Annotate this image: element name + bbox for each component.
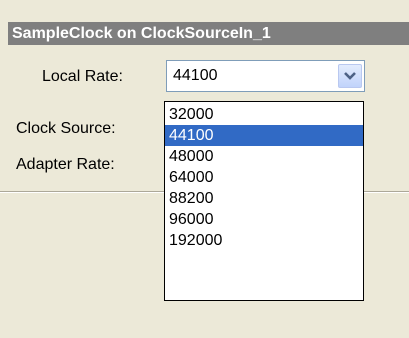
adapter-rate-label: Adapter Rate: [16,156,115,173]
dropdown-option[interactable]: 192000 [165,230,363,251]
dropdown-option[interactable]: 96000 [165,209,363,230]
dropdown-option[interactable]: 44100 [165,125,363,146]
local-rate-dropdown-list[interactable]: 32000 44100 48000 64000 88200 96000 192000 [164,101,364,301]
dropdown-option[interactable]: 88200 [165,188,363,209]
dropdown-option[interactable]: 48000 [165,146,363,167]
chevron-down-icon [344,72,356,80]
clock-source-label: Clock Source: [16,120,116,137]
local-rate-value: 44100 [173,67,218,84]
dropdown-option[interactable]: 64000 [165,167,363,188]
dropdown-arrow-button[interactable] [338,64,362,88]
local-rate-select[interactable]: 44100 [166,60,365,92]
dropdown-option[interactable]: 32000 [165,104,363,125]
local-rate-label: Local Rate: [42,68,123,85]
panel-title: SampleClock on ClockSourceIn_1 [8,22,409,45]
clock-settings-panel: SampleClock on ClockSourceIn_1 Local Rat… [0,0,409,338]
